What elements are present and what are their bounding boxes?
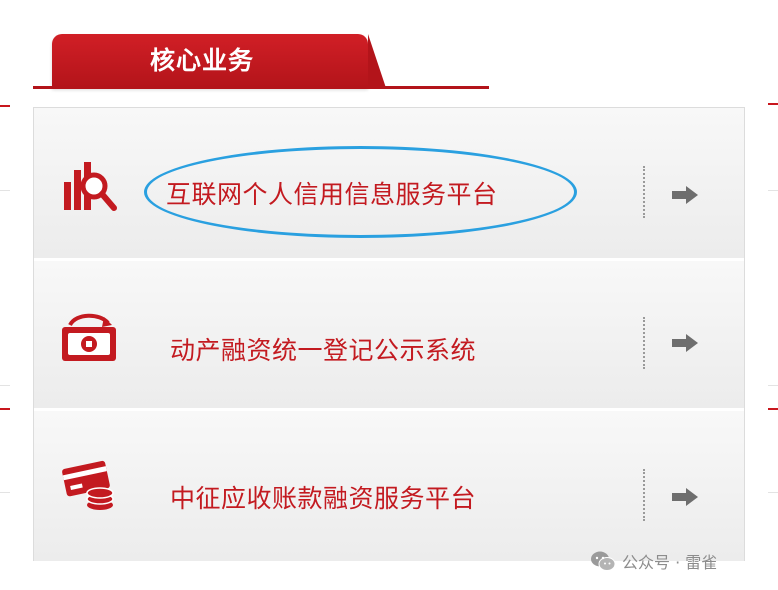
header-underline [33, 86, 489, 89]
service-list: 互联网个人信用信息服务平台 动产融资统一登记公示系统 中征应收账款融资服务平台 [33, 107, 745, 561]
background-edge-line [0, 190, 10, 191]
wechat-icon [591, 551, 616, 571]
section-header-tab: 核心业务 [52, 34, 386, 88]
background-edge-line [0, 385, 10, 386]
service-label[interactable]: 中征应收账款融资服务平台 [170, 479, 476, 515]
arrow-right-icon[interactable] [670, 333, 700, 353]
background-edge-line [0, 105, 10, 107]
service-card-receivables[interactable]: 中征应收账款融资服务平台 [34, 411, 744, 561]
background-edge-line [768, 103, 778, 105]
money-cycle-icon [62, 313, 116, 361]
background-edge-line [0, 492, 10, 493]
service-card-credit-platform[interactable]: 互联网个人信用信息服务平台 [34, 108, 744, 261]
background-edge-line [768, 408, 778, 410]
background-edge-line [768, 385, 778, 386]
background-edge-line [768, 492, 778, 493]
section-title: 核心业务 [150, 46, 255, 75]
highlight-ellipse [144, 146, 577, 238]
arrow-right-icon[interactable] [670, 185, 700, 205]
card-divider [643, 166, 645, 218]
background-edge-line [768, 190, 778, 191]
credit-search-icon [64, 162, 117, 211]
card-divider [643, 469, 645, 521]
service-label[interactable]: 动产融资统一登记公示系统 [170, 331, 476, 367]
background-edge-line [0, 408, 10, 410]
watermark-text: 公众号 · 雷雀 [622, 553, 718, 572]
card-divider [643, 317, 645, 369]
arrow-right-icon[interactable] [670, 487, 700, 507]
card-coins-icon [62, 460, 114, 510]
watermark: 公众号 · 雷雀 [590, 549, 717, 573]
service-card-movable-property[interactable]: 动产融资统一登记公示系统 [34, 261, 744, 411]
